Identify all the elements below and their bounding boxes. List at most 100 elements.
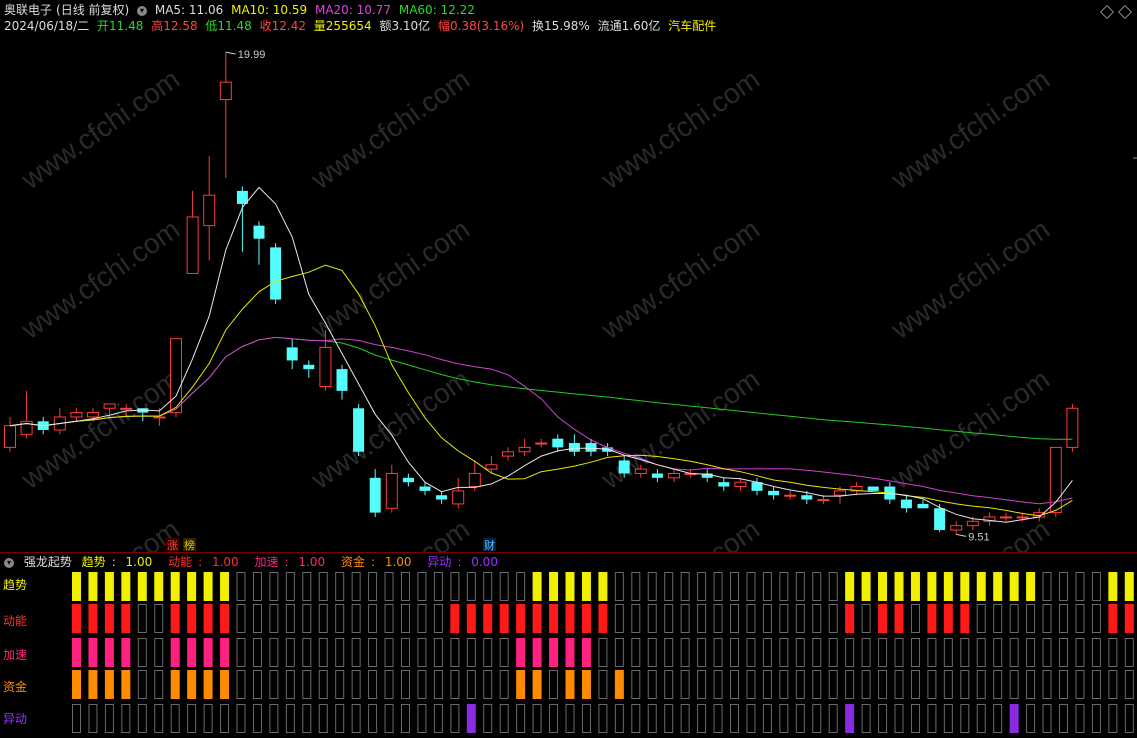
signal-bar-empty xyxy=(335,638,345,667)
signal-bar-empty xyxy=(368,604,378,633)
signal-bar-empty xyxy=(220,704,230,733)
signal-bar-empty xyxy=(680,638,690,667)
candle-body xyxy=(485,464,498,470)
sector[interactable]: 汽车配件 xyxy=(668,19,716,33)
signal-bar-empty xyxy=(417,704,427,733)
signal-bar-empty xyxy=(614,638,624,667)
signal-bar xyxy=(1124,572,1134,601)
signal-bar-empty xyxy=(762,604,772,633)
candle-body xyxy=(966,520,979,527)
indicator-value-momentum: 动能: 1.00 xyxy=(168,555,239,569)
signal-bar xyxy=(466,704,476,733)
signal-bar-empty xyxy=(137,670,147,699)
signal-bar-empty xyxy=(927,670,937,699)
main-candlestick-chart[interactable]: www.cfchi.com www.cfchi.com www.cfchi.com w… xyxy=(0,0,1137,645)
indicator-settings-icon[interactable]: ▾ xyxy=(4,557,14,568)
candle-body xyxy=(270,247,282,300)
signal-bar-empty xyxy=(1026,638,1036,667)
close-price: 收12.42 xyxy=(259,19,306,33)
row-label-momentum: 动能 xyxy=(3,614,28,628)
header-row-2: 2024/06/18/二 开11.48 高12.58 低11.48 收12.42… xyxy=(4,18,720,34)
watermark-text: www.cfchi.com xyxy=(305,513,475,552)
signal-bar-empty xyxy=(433,638,443,667)
candle-body xyxy=(867,486,879,491)
signal-bar-empty xyxy=(401,670,410,699)
indicator-canvas[interactable] xyxy=(0,552,1137,738)
signal-bar-empty xyxy=(927,704,937,733)
signal-bar-empty xyxy=(812,638,822,667)
signal-bar-empty xyxy=(713,572,723,601)
signal-bar xyxy=(187,670,197,699)
signal-bar xyxy=(88,638,98,667)
signal-bar-empty xyxy=(828,572,838,601)
signal-bar-empty xyxy=(943,670,953,699)
candle-body xyxy=(535,442,548,445)
signal-bar-empty xyxy=(713,604,723,633)
low-marker-leader xyxy=(956,533,967,537)
signal-bar xyxy=(88,670,98,699)
candle-body xyxy=(452,490,465,505)
signal-bar-empty xyxy=(631,670,641,699)
signal-bar-empty xyxy=(1108,670,1118,699)
adjust-mode[interactable]: (日线 前复权) xyxy=(56,3,129,17)
signal-bar-empty xyxy=(845,670,855,699)
candle-body xyxy=(651,473,663,478)
signal-bar-empty xyxy=(894,704,904,733)
signal-bar-empty xyxy=(384,704,394,733)
signal-bar-empty xyxy=(549,704,559,733)
candle-body xyxy=(950,525,963,531)
signal-bar-empty xyxy=(88,704,98,733)
signal-bar-empty xyxy=(927,638,937,667)
signal-bar-empty xyxy=(302,572,312,601)
signal-bar-empty xyxy=(483,638,493,667)
signal-bar xyxy=(516,638,526,667)
signal-bar-empty xyxy=(976,670,986,699)
indicator-name[interactable]: 强龙起势 xyxy=(24,555,72,569)
signal-bar-empty xyxy=(746,572,756,601)
signal-bar-empty xyxy=(1042,670,1052,699)
signal-bar-empty xyxy=(993,704,1003,733)
signal-bar-empty xyxy=(368,670,378,699)
signal-bar-empty xyxy=(730,638,739,667)
candle-body xyxy=(319,346,332,388)
signal-bar-empty xyxy=(1042,572,1052,601)
signal-bar-empty xyxy=(910,704,920,733)
signal-bar-empty xyxy=(713,638,723,667)
event-tag-bang: 榜 xyxy=(184,538,195,552)
signal-bar-empty xyxy=(812,704,822,733)
signal-bar-empty xyxy=(1124,670,1134,699)
candle-body xyxy=(336,369,348,391)
signal-bar xyxy=(598,572,608,601)
ma-settings-icon[interactable]: ▾ xyxy=(137,5,148,16)
signal-bar-empty xyxy=(779,704,789,733)
signal-bar-empty xyxy=(631,638,641,667)
signal-bar-empty xyxy=(1075,604,1085,633)
signal-bar-empty xyxy=(993,638,1003,667)
signal-bar xyxy=(894,604,904,633)
signal-bar-empty xyxy=(1009,638,1019,667)
high-marker-leader xyxy=(225,51,236,55)
signal-bar-empty xyxy=(384,670,394,699)
signal-bar-empty xyxy=(960,638,970,667)
signal-bar-empty xyxy=(680,572,690,601)
stock-name[interactable]: 奥联电子 xyxy=(4,3,52,17)
price-chart-canvas[interactable]: www.cfchi.com www.cfchi.com www.cfchi.com w… xyxy=(0,0,1137,645)
signal-bar-empty xyxy=(417,638,427,667)
signal-bar-empty xyxy=(614,572,624,601)
candle-body xyxy=(917,503,929,509)
ma20-value: MA20: 10.77 xyxy=(314,3,392,17)
signal-bar-empty xyxy=(252,704,262,733)
signal-bar-empty xyxy=(236,704,246,733)
signal-bar-empty xyxy=(861,638,871,667)
signal-bar-empty xyxy=(976,704,986,733)
signal-bar xyxy=(927,604,937,633)
signal-bar-empty xyxy=(565,704,575,733)
indicator-value-accel: 加速: 1.00 xyxy=(254,555,326,569)
signal-bar xyxy=(1108,604,1118,633)
signal-bar xyxy=(976,572,986,601)
signal-bar xyxy=(104,638,114,667)
signal-bar-empty xyxy=(483,572,493,601)
candle-body xyxy=(934,508,946,530)
candle-body xyxy=(1000,516,1012,519)
signal-bar xyxy=(121,670,131,699)
